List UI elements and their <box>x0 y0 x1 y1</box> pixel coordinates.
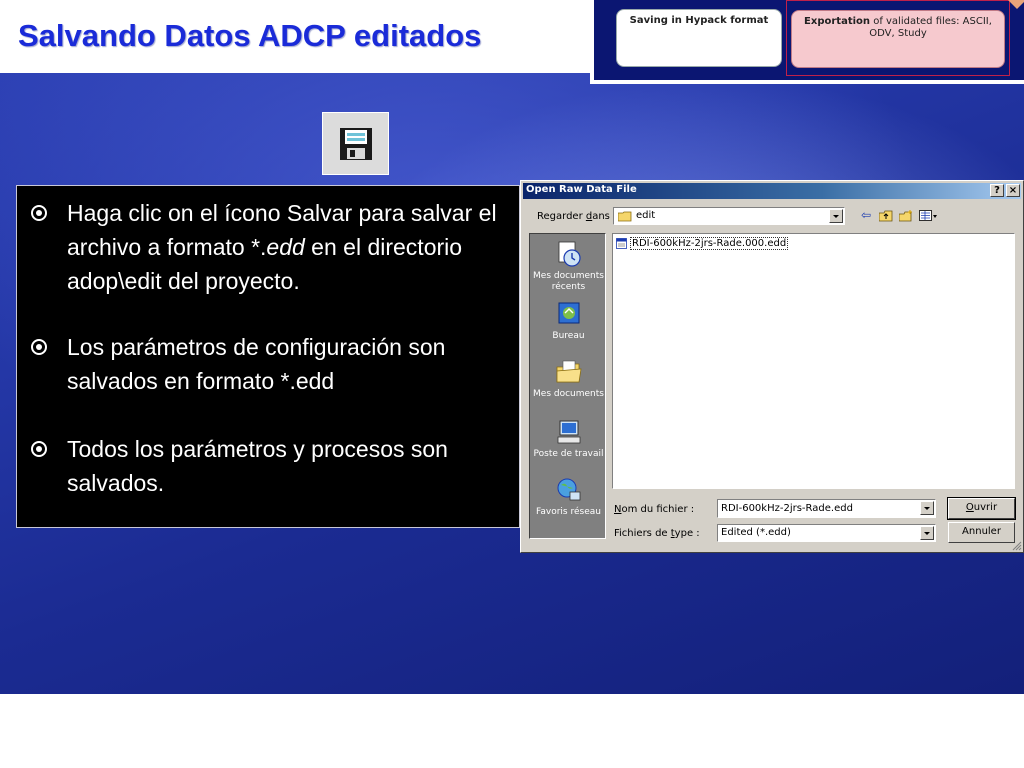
network-places-icon <box>557 478 580 501</box>
help-button[interactable]: ? <box>990 184 1004 197</box>
diagram-box-hypack-label: Saving in Hypack format <box>629 15 769 26</box>
filename-value: RDI-600kHz-2jrs-Rade.edd <box>721 503 853 514</box>
filename-field[interactable]: RDI-600kHz-2jrs-Rade.edd <box>717 499 936 518</box>
bullet-list-box: Haga clic on el ícono Salvar para salvar… <box>16 185 520 528</box>
view-menu-icon[interactable] <box>919 210 939 222</box>
filetype-value: Edited (*.edd) <box>721 527 791 538</box>
filetype-label-text: Fichiers de <box>614 528 671 539</box>
bullet-icon <box>31 339 47 355</box>
chevron-down-icon[interactable] <box>920 526 934 540</box>
open-file-dialog: Open Raw Data File ? × Regarder dans : e… <box>520 180 1024 553</box>
dialog-toolbar: ⇦ <box>859 208 949 223</box>
dialog-title: Open Raw Data File <box>526 184 637 195</box>
filetype-label-text: ype : <box>674 528 700 539</box>
place-desktop[interactable]: Bureau <box>530 300 607 342</box>
bullet-icon <box>31 441 47 457</box>
bullet-text: Todos los parámetros y procesos son salv… <box>67 436 448 496</box>
cancel-button[interactable]: Annuler <box>948 522 1015 543</box>
my-documents-icon <box>556 360 581 383</box>
title-area: Salvando Datos ADCP editados <box>0 0 590 73</box>
my-computer-icon <box>557 420 580 444</box>
up-folder-icon[interactable] <box>879 210 893 222</box>
file-icon <box>616 238 627 249</box>
filename-label: Nom du fichier : <box>614 504 694 515</box>
file-name: RDI-600kHz-2jrs-Rade.000.edd <box>630 237 789 250</box>
chevron-down-icon[interactable] <box>920 501 934 515</box>
diagram-highlight-frame: Exportation of validated files: ASCII, O… <box>786 0 1024 76</box>
look-in-select[interactable]: edit <box>613 207 845 225</box>
open-button-label: uvrir <box>973 502 998 513</box>
place-label: Mes documents récents <box>533 271 604 292</box>
chevron-down-icon[interactable] <box>829 209 843 223</box>
place-label: Bureau <box>552 331 585 341</box>
folder-icon <box>618 211 632 222</box>
look-in-value: edit <box>636 210 656 221</box>
workflow-diagram-fragment: Saving in Hypack format Exportation of v… <box>590 0 1024 84</box>
place-recent[interactable]: Mes documents récents <box>530 240 607 293</box>
diagram-arrow <box>1005 0 1024 9</box>
page-title: Salvando Datos ADCP editados <box>18 18 482 53</box>
diagram-box-hypack: Saving in Hypack format <box>616 9 782 67</box>
place-label: Favoris réseau <box>536 507 601 517</box>
floppy-disk-icon <box>339 127 372 160</box>
filename-label-text: om du fichier : <box>621 504 695 515</box>
bullet-text: Haga clic on el ícono Salvar para salvar… <box>67 196 527 298</box>
look-in-label-text: Regarder <box>537 211 586 222</box>
places-bar: Mes documents récents Bureau Mes documen… <box>529 233 606 539</box>
filetype-select[interactable]: Edited (*.edd) <box>717 524 936 542</box>
new-folder-icon[interactable] <box>899 210 913 222</box>
back-icon[interactable]: ⇦ <box>861 208 871 222</box>
bullet-text: Los parámetros de configuración son salv… <box>67 334 446 394</box>
save-icon[interactable] <box>322 112 389 175</box>
place-my-documents[interactable]: Mes documents <box>530 358 607 400</box>
recent-documents-icon <box>558 241 581 267</box>
dialog-titlebar[interactable]: Open Raw Data File ? × <box>523 183 1021 199</box>
bullet-icon <box>31 205 47 221</box>
desktop-icon <box>558 302 579 324</box>
file-list[interactable]: RDI-600kHz-2jrs-Rade.000.edd <box>612 233 1015 489</box>
open-button-accel: O <box>965 502 974 513</box>
place-my-computer[interactable]: Poste de travail <box>530 418 607 460</box>
diagram-background: Saving in Hypack format Exportation of v… <box>594 0 1024 80</box>
place-label: Mes documents <box>533 389 604 399</box>
diagram-box-export-bold: Exportation <box>804 16 871 27</box>
close-button[interactable]: × <box>1006 184 1020 197</box>
diagram-box-export-text: of validated files: ASCII, ODV, Study <box>869 16 992 39</box>
diagram-box-export: Exportation of validated files: ASCII, O… <box>791 10 1005 68</box>
resize-grip-icon[interactable] <box>1012 541 1022 551</box>
open-button[interactable]: Ouvrir <box>947 497 1016 520</box>
place-label: Poste de travail <box>533 449 604 459</box>
bullet-text-italic: edd <box>266 234 305 260</box>
filetype-label: Fichiers de type : <box>614 528 700 539</box>
place-network[interactable]: Favoris réseau <box>530 476 607 518</box>
look-in-label: Regarder dans : <box>537 211 616 222</box>
